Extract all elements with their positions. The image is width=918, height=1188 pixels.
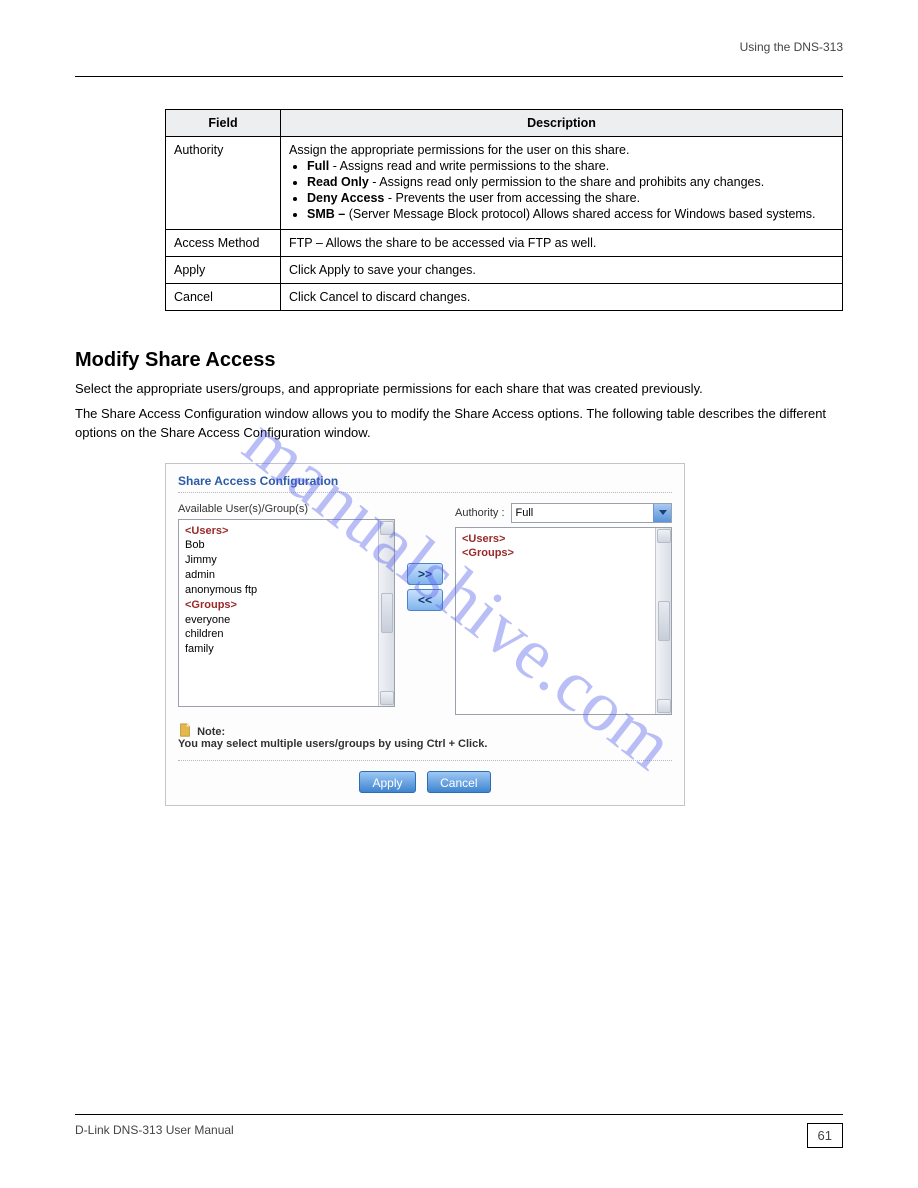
field-description-table: Field Description Authority Assign the a… <box>165 109 843 311</box>
scroll-down-icon[interactable] <box>657 699 671 713</box>
authority-select[interactable]: Full <box>511 503 672 523</box>
list-item[interactable]: everyone <box>185 613 372 628</box>
table-cell-desc: Click Cancel to discard changes. <box>281 284 843 311</box>
available-users-label: Available User(s)/Group(s) <box>178 503 395 515</box>
footer-rule <box>75 1114 843 1115</box>
authority-lead: Assign the appropriate permissions for t… <box>289 143 834 157</box>
table-row: Apply Click Apply to save your changes. <box>166 257 843 284</box>
authority-bullet: Deny Access - Prevents the user from acc… <box>307 191 834 205</box>
chevron-down-icon[interactable] <box>653 504 671 522</box>
authority-bullet: Full - Assigns read and write permission… <box>307 159 834 173</box>
list-item[interactable]: children <box>185 627 372 642</box>
available-listbox[interactable]: <Users> Bob Jimmy admin anonymous ftp <G… <box>178 519 395 707</box>
selected-listbox[interactable]: <Users> <Groups> <box>455 527 672 715</box>
footer-left: D-Link DNS-313 User Manual <box>75 1123 234 1148</box>
paragraph: The Share Access Configuration window al… <box>75 405 843 443</box>
table-cell-label: Authority <box>166 137 281 230</box>
table-cell-desc: Click Apply to save your changes. <box>281 257 843 284</box>
table-cell-label: Cancel <box>166 284 281 311</box>
table-header-description: Description <box>281 110 843 137</box>
table-row: Authority Assign the appropriate permiss… <box>166 137 843 230</box>
scroll-up-icon[interactable] <box>657 529 671 543</box>
page-number: 61 <box>807 1123 843 1148</box>
move-left-button[interactable]: << <box>407 589 443 611</box>
section-heading: Modify Share Access <box>75 349 843 372</box>
note-row: Note: You may select multiple users/grou… <box>178 723 672 761</box>
scrollbar[interactable] <box>655 528 671 714</box>
scroll-thumb[interactable] <box>658 601 670 641</box>
authority-bullet: SMB – (Server Message Block protocol) Al… <box>307 207 834 221</box>
table-cell-desc: Assign the appropriate permissions for t… <box>281 137 843 230</box>
share-access-config-panel: Share Access Configuration Available Use… <box>165 463 685 806</box>
table-cell-label: Access Method <box>166 230 281 257</box>
authority-label: Authority : <box>455 507 505 519</box>
header-section-label: Using the DNS-313 <box>75 40 843 54</box>
scroll-up-icon[interactable] <box>380 521 394 535</box>
list-item[interactable]: family <box>185 642 372 657</box>
list-header-users: <Users> <box>185 524 372 539</box>
list-item[interactable]: Bob <box>185 538 372 553</box>
panel-title: Share Access Configuration <box>178 474 672 488</box>
list-header-groups: <Groups> <box>462 546 649 561</box>
move-right-button[interactable]: >> <box>407 563 443 585</box>
divider <box>178 492 672 493</box>
cancel-button[interactable]: Cancel <box>427 771 490 793</box>
table-cell-desc: FTP – Allows the share to be accessed vi… <box>281 230 843 257</box>
scrollbar[interactable] <box>378 520 394 706</box>
scroll-down-icon[interactable] <box>380 691 394 705</box>
apply-button[interactable]: Apply <box>359 771 415 793</box>
table-row: Access Method FTP – Allows the share to … <box>166 230 843 257</box>
list-item[interactable]: Jimmy <box>185 553 372 568</box>
note-text: You may select multiple users/groups by … <box>178 738 487 750</box>
table-header-field: Field <box>166 110 281 137</box>
list-item[interactable]: anonymous ftp <box>185 583 372 598</box>
list-header-users: <Users> <box>462 532 649 547</box>
note-label: Note: <box>197 726 225 738</box>
table-row: Cancel Click Cancel to discard changes. <box>166 284 843 311</box>
footer: D-Link DNS-313 User Manual 61 <box>75 1114 843 1148</box>
scroll-thumb[interactable] <box>381 593 393 633</box>
paragraph: Select the appropriate users/groups, and… <box>75 380 843 399</box>
header-rule <box>75 76 843 77</box>
authority-select-value: Full <box>512 507 653 519</box>
table-cell-label: Apply <box>166 257 281 284</box>
list-item[interactable]: admin <box>185 568 372 583</box>
list-header-groups: <Groups> <box>185 598 372 613</box>
authority-bullet: Read Only - Assigns read only permission… <box>307 175 834 189</box>
note-icon <box>178 723 192 737</box>
